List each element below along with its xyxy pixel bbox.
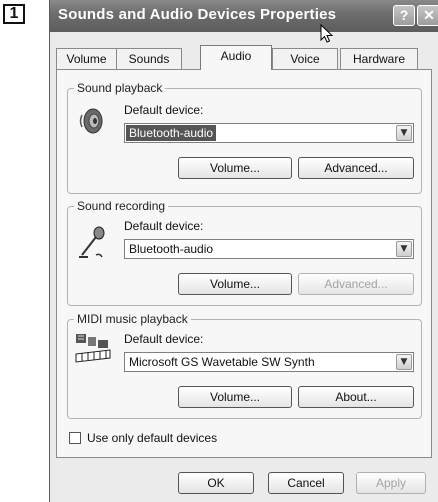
microphone-icon (79, 226, 105, 258)
recording-advanced-button: Advanced... (298, 273, 414, 295)
playback-device-dropdown[interactable]: Bluetooth-audio ▼ (124, 123, 414, 143)
midi-playback-group: MIDI music playback Default device: Micr… (67, 312, 422, 419)
step-number-badge: 1 (3, 4, 25, 24)
sound-playback-label: Sound playback (74, 81, 166, 95)
chevron-down-icon[interactable]: ▼ (396, 241, 412, 257)
midi-keyboard-icon (75, 334, 111, 363)
playback-volume-button[interactable]: Volume... (178, 157, 292, 179)
tab-sounds[interactable]: Sounds (116, 48, 182, 69)
mouse-pointer-icon (320, 24, 334, 43)
audio-tab-panel: Sound playback Default device: Bluetooth… (56, 69, 432, 458)
midi-device-value: Microsoft GS Wavetable SW Synth (129, 355, 315, 369)
tab-strip: Volume Sounds Audio Voice Hardware (56, 45, 436, 70)
tab-volume[interactable]: Volume (56, 48, 117, 69)
sound-playback-group: Sound playback Default device: Bluetooth… (67, 81, 422, 194)
recording-default-device-label: Default device: (124, 219, 204, 233)
midi-default-device-label: Default device: (124, 332, 204, 346)
tab-voice[interactable]: Voice (272, 48, 338, 69)
midi-volume-button[interactable]: Volume... (178, 386, 292, 408)
sound-recording-label: Sound recording (74, 199, 169, 213)
sound-recording-group: Sound recording Default device: Bluetoot… (67, 199, 422, 306)
midi-device-dropdown[interactable]: Microsoft GS Wavetable SW Synth ▼ (124, 352, 414, 372)
recording-device-dropdown[interactable]: Bluetooth-audio ▼ (124, 239, 414, 259)
chevron-down-icon[interactable]: ▼ (396, 125, 412, 141)
apply-button: Apply (356, 472, 426, 494)
tab-audio[interactable]: Audio (200, 45, 272, 70)
window-title: Sounds and Audio Devices Properties (58, 6, 337, 23)
midi-about-button[interactable]: About... (298, 386, 414, 408)
dialog-window: Sounds and Audio Devices Properties ? ✕ … (49, 0, 438, 502)
midi-playback-label: MIDI music playback (74, 312, 191, 326)
recording-device-value: Bluetooth-audio (129, 242, 214, 256)
tab-hardware[interactable]: Hardware (340, 48, 418, 69)
recording-volume-button[interactable]: Volume... (178, 273, 292, 295)
use-default-devices-checkbox[interactable] (69, 432, 81, 444)
ok-button[interactable]: OK (178, 472, 254, 494)
use-default-devices-label: Use only default devices (87, 431, 218, 445)
playback-default-device-label: Default device: (124, 103, 204, 117)
help-button[interactable]: ? (393, 5, 415, 26)
playback-device-value: Bluetooth-audio (126, 125, 217, 141)
cancel-button[interactable]: Cancel (268, 472, 344, 494)
speaker-icon (79, 108, 103, 134)
chevron-down-icon[interactable]: ▼ (396, 354, 412, 370)
title-bar[interactable]: Sounds and Audio Devices Properties ? ✕ (50, 0, 438, 32)
close-button[interactable]: ✕ (417, 5, 438, 26)
playback-advanced-button[interactable]: Advanced... (298, 157, 414, 179)
